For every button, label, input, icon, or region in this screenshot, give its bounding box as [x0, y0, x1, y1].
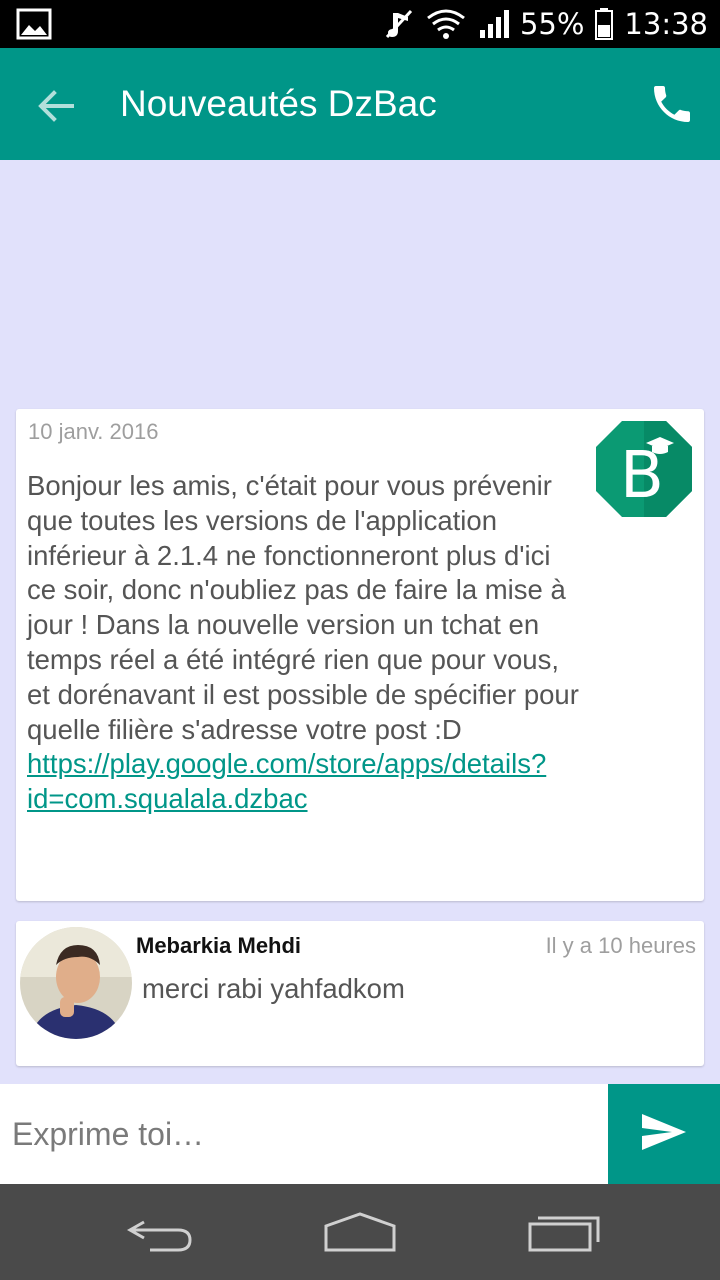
send-icon: [640, 1112, 688, 1156]
post-body: Bonjour les amis, c'était pour vous prév…: [27, 469, 587, 817]
phone-icon[interactable]: [648, 80, 696, 128]
clock: 13:38: [624, 7, 708, 41]
back-arrow-icon[interactable]: [30, 80, 82, 132]
signal-icon: [478, 8, 510, 40]
system-nav-bar: [0, 1184, 720, 1280]
comment-time: Il y a 10 heures: [545, 933, 696, 958]
send-button[interactable]: [608, 1084, 720, 1184]
composer-bar: [0, 1084, 720, 1184]
mute-icon: [384, 7, 414, 41]
post-text: Bonjour les amis, c'était pour vous prév…: [27, 470, 579, 745]
battery-percent: 55%: [519, 7, 585, 41]
post-card: 10 janv. 2016 B Bonjour les amis, c'étai…: [16, 409, 704, 901]
comment-card: Mebarkia Mehdi Il y a 10 heures merci ra…: [16, 921, 704, 1066]
message-input[interactable]: [0, 1084, 608, 1184]
battery-icon: [594, 7, 614, 41]
post-link[interactable]: https://play.google.com/store/apps/detai…: [27, 748, 546, 814]
comment-text: merci rabi yahfadkom: [142, 973, 405, 1004]
image-icon: [16, 8, 52, 40]
app-bar: Nouveautés DzBac: [0, 48, 720, 160]
wifi-icon: [424, 8, 468, 40]
post-date: 10 janv. 2016: [28, 419, 159, 444]
comment-author: Mebarkia Mehdi: [136, 933, 302, 958]
avatar[interactable]: [20, 927, 132, 1039]
status-bar: 55% 13:38: [0, 0, 720, 48]
page-title: Nouveautés DzBac: [120, 83, 437, 124]
nav-home-icon[interactable]: [320, 1208, 400, 1256]
nav-back-icon[interactable]: [120, 1208, 200, 1256]
dzbac-logo-icon: B: [594, 419, 694, 519]
nav-recents-icon[interactable]: [524, 1208, 604, 1256]
